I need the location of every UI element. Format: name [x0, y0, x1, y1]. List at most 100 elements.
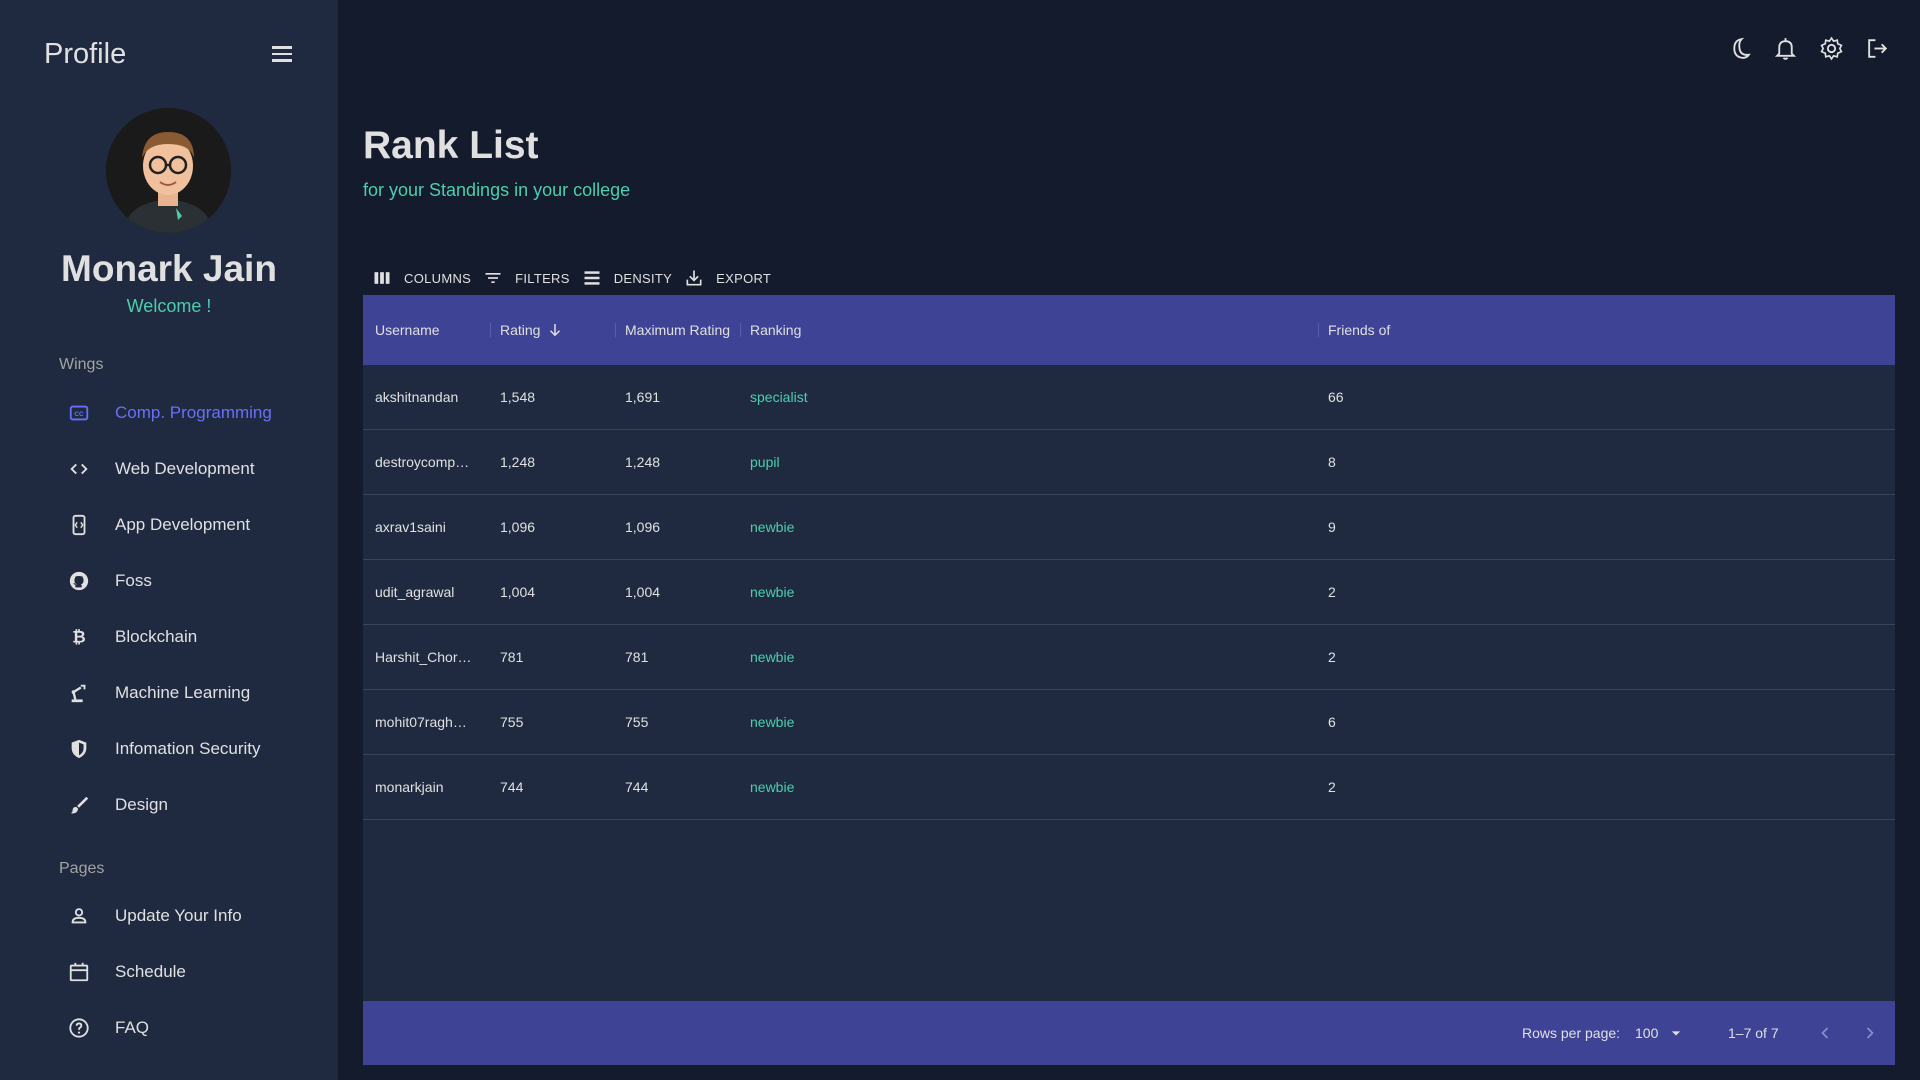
code-icon	[60, 457, 100, 481]
notifications-icon[interactable]	[1773, 36, 1798, 61]
density-icon	[584, 271, 600, 285]
table-row[interactable]: monarkjain 744 744 newbie 2	[363, 755, 1895, 820]
sidebar-item-label: Comp. Programming	[115, 403, 272, 422]
menu-icon[interactable]	[270, 42, 294, 66]
sidebar-title: Profile	[44, 38, 127, 70]
cell-ranking: newbie	[750, 649, 795, 665]
sidebar-item-information-security[interactable]: Infomation Security	[60, 729, 310, 769]
cell-ranking: specialist	[750, 389, 808, 405]
column-header-username[interactable]: Username	[375, 295, 440, 365]
table-row[interactable]: udit_agrawal 1,004 1,004 newbie 2	[363, 560, 1895, 625]
rank-table: Username Rating Maximum Rating Ranking F…	[363, 295, 1895, 1065]
sidebar-item-label: Machine Learning	[115, 683, 251, 702]
sidebar-item-label: App Development	[115, 515, 251, 534]
settings-icon[interactable]	[1819, 36, 1844, 61]
logout-icon[interactable]	[1865, 36, 1890, 61]
columns-label: COLUMNS	[404, 270, 472, 286]
sidebar-item-app-development[interactable]: App Development	[60, 505, 310, 545]
sidebar-item-label: Foss	[115, 571, 152, 590]
arrow-down-icon	[550, 324, 561, 337]
sidebar-item-schedule[interactable]: Schedule	[60, 952, 310, 992]
cell-friends: 8	[1328, 454, 1336, 470]
cell-max-rating: 1,248	[625, 454, 661, 470]
cell-max-rating: 1,096	[625, 519, 661, 535]
sidebar-item-comp-programming[interactable]: CC Comp. Programming	[60, 393, 310, 433]
sidebar-item-update-info[interactable]: Update Your Info	[60, 896, 310, 936]
next-page-button[interactable]	[1860, 1001, 1880, 1065]
cell-rating: 1,548	[500, 389, 536, 405]
cell-ranking: newbie	[750, 714, 795, 730]
rows-per-page-label: Rows per page:	[1522, 1025, 1621, 1041]
page-subtitle: for your Standings in your college	[363, 180, 631, 200]
calendar-icon	[60, 960, 100, 984]
sidebar: Profile Monark Jain Welcome ! Wings CC C…	[0, 0, 338, 1080]
cell-friends: 6	[1328, 714, 1336, 730]
mobile-code-icon	[60, 513, 100, 537]
topbar-icons	[1727, 36, 1890, 61]
column-header-rating[interactable]: Rating	[500, 295, 564, 365]
cell-ranking: newbie	[750, 779, 795, 795]
density-label: DENSITY	[613, 270, 673, 286]
download-icon	[686, 270, 702, 286]
table-row[interactable]: destroycomp… 1,248 1,248 pupil 8	[363, 430, 1895, 495]
sidebar-item-label: Update Your Info	[115, 906, 242, 925]
cell-rating: 781	[500, 649, 524, 665]
export-button[interactable]: EXPORT	[684, 268, 771, 288]
sidebar-item-faq[interactable]: FAQ	[60, 1008, 310, 1048]
sidebar-header: Profile	[44, 36, 294, 72]
grid-toolbar: COLUMNS FILTERS DENSITY EXPORT	[372, 268, 783, 288]
sidebar-item-foss[interactable]: Foss	[60, 561, 310, 601]
shield-icon	[60, 737, 100, 761]
bitcoin-icon: ₿	[60, 625, 100, 649]
section-pages: Pages	[59, 860, 105, 877]
svg-text:₿: ₿	[72, 628, 85, 647]
cell-friends: 2	[1328, 779, 1336, 795]
sidebar-item-machine-learning[interactable]: Machine Learning	[60, 673, 310, 713]
dark-mode-icon[interactable]	[1727, 36, 1752, 61]
table-row[interactable]: mohit07ragh… 755 755 newbie 6	[363, 690, 1895, 755]
table-footer: Rows per page: 100 1–7 of 7	[363, 1001, 1895, 1065]
column-header-max-rating[interactable]: Maximum Rating	[625, 295, 730, 365]
cell-friends: 66	[1328, 389, 1344, 405]
cell-rating: 1,248	[500, 454, 536, 470]
cell-friends: 2	[1328, 584, 1336, 600]
filters-button[interactable]: FILTERS	[483, 268, 570, 288]
page-title: Rank List	[363, 124, 539, 167]
sidebar-item-design[interactable]: Design	[60, 785, 310, 825]
filters-label: FILTERS	[515, 270, 570, 286]
github-icon	[60, 569, 100, 593]
sidebar-item-blockchain[interactable]: ₿ Blockchain	[60, 617, 310, 657]
export-label: EXPORT	[716, 270, 772, 286]
robot-arm-icon	[60, 681, 100, 705]
column-header-label: Rating	[500, 322, 541, 338]
column-header-ranking[interactable]: Ranking	[750, 295, 801, 365]
rows-per-page-value: 100	[1635, 1025, 1659, 1041]
cell-max-rating: 1,691	[625, 389, 661, 405]
sidebar-item-label: Infomation Security	[115, 739, 261, 758]
cell-username: Harshit_Chor…	[375, 649, 472, 665]
chevron-right-icon	[1866, 1027, 1874, 1039]
section-wings: Wings	[59, 356, 104, 373]
columns-button[interactable]: COLUMNS	[372, 268, 471, 288]
user-name: Monark Jain	[61, 248, 277, 289]
table-row[interactable]: axrav1saini 1,096 1,096 newbie 9	[363, 495, 1895, 560]
cell-max-rating: 744	[625, 779, 649, 795]
density-button[interactable]: DENSITY	[582, 268, 672, 288]
sidebar-item-label: Web Development	[115, 459, 255, 478]
prev-page-button[interactable]	[1815, 1001, 1835, 1065]
cell-friends: 9	[1328, 519, 1336, 535]
cell-username: destroycomp…	[375, 454, 470, 470]
rows-per-page-select[interactable]: 100	[1635, 1001, 1686, 1065]
brush-icon	[60, 793, 100, 817]
table-row[interactable]: Harshit_Chor… 781 781 newbie 2	[363, 625, 1895, 690]
column-header-friends[interactable]: Friends of	[1328, 295, 1390, 365]
filter-icon	[485, 273, 501, 283]
sidebar-item-label: Design	[115, 795, 168, 814]
sidebar-item-web-development[interactable]: Web Development	[60, 449, 310, 489]
table-row[interactable]: akshitnandan 1,548 1,691 specialist 66	[363, 365, 1895, 430]
chevron-left-icon	[1821, 1027, 1829, 1039]
cell-ranking: newbie	[750, 584, 795, 600]
cell-friends: 2	[1328, 649, 1336, 665]
columns-icon	[374, 272, 390, 284]
avatar	[106, 108, 231, 233]
